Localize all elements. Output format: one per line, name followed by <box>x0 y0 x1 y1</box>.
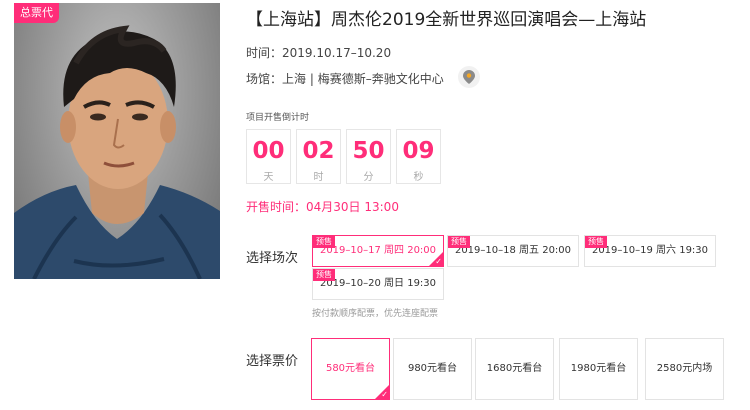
map-pin-icon[interactable] <box>458 66 480 88</box>
event-venue-label: 场馆： <box>246 72 283 86</box>
countdown-seconds-value: 09 <box>402 138 435 164</box>
session-option-text: 2019–10–19 周六 19:30 <box>591 245 709 256</box>
presale-tag: 预售 <box>313 269 335 281</box>
price-option-text: 1980元看台 <box>570 363 627 374</box>
countdown-seconds-unit: 秒 <box>413 172 424 183</box>
agency-badge: 总票代 <box>14 3 59 23</box>
check-icon: ✓ <box>381 390 388 399</box>
presale-tag: 预售 <box>313 236 335 248</box>
countdown-minutes-value: 50 <box>352 138 385 164</box>
map-pin-glyph <box>463 70 475 84</box>
event-poster-image <box>14 3 220 279</box>
session-option-2[interactable]: 预售 2019–10–18 周五 20:00 <box>447 235 579 267</box>
price-option-580[interactable]: 580元看台 ✓ <box>311 338 390 400</box>
price-option-text: 980元看台 <box>407 363 458 374</box>
session-option-4[interactable]: 预售 2019–10–20 周日 19:30 <box>312 268 444 300</box>
sale-time-value: 04月30日 13:00 <box>306 200 399 214</box>
price-option-text: 580元看台 <box>325 363 376 374</box>
countdown-days: 00 天 <box>246 129 291 184</box>
countdown-label: 项目开售倒计时 <box>246 113 310 123</box>
session-option-3[interactable]: 预售 2019–10–19 周六 19:30 <box>584 235 716 267</box>
session-section-label: 选择场次 <box>246 251 299 266</box>
price-section-label: 选择票价 <box>246 354 299 369</box>
price-option-980[interactable]: 980元看台 <box>393 338 472 400</box>
event-venue-value: 上海 | 梅赛德斯–奔驰文化中心 <box>282 72 444 86</box>
countdown-minutes-unit: 分 <box>363 172 374 183</box>
price-option-text: 2580元内场 <box>656 363 713 374</box>
session-option-text: 2019–10–18 周五 20:00 <box>454 245 572 256</box>
session-option-text: 2019–10–20 周日 19:30 <box>319 278 437 289</box>
portrait-illustration <box>14 25 220 279</box>
event-title: 【上海站】周杰伦2019全新世界巡回演唱会—上海站 <box>246 10 647 30</box>
check-icon: ✓ <box>435 257 442 266</box>
seating-hint: 按付款顺序配票，优先连座配票 <box>312 309 439 319</box>
price-option-1680[interactable]: 1680元看台 <box>475 338 554 400</box>
countdown-days-value: 00 <box>252 138 285 164</box>
event-time-label: 时间： <box>246 46 283 60</box>
price-option-text: 1680元看台 <box>486 363 543 374</box>
presale-tag: 预售 <box>585 236 607 248</box>
price-option-2580[interactable]: 2580元内场 <box>645 338 724 400</box>
event-venue: 场馆：上海 | 梅赛德斯–奔驰文化中心 <box>246 70 444 87</box>
countdown-days-unit: 天 <box>263 172 274 183</box>
session-option-text: 2019–10–17 周四 20:00 <box>319 245 437 256</box>
sale-time: 开售时间：04月30日 13:00 <box>246 198 399 215</box>
countdown-minutes: 50 分 <box>346 129 391 184</box>
countdown-seconds: 09 秒 <box>396 129 441 184</box>
sale-time-label: 开售时间： <box>246 200 307 214</box>
session-option-1[interactable]: 预售 2019–10–17 周四 20:00 ✓ <box>312 235 444 267</box>
presale-tag: 预售 <box>448 236 470 248</box>
countdown-hours: 02 时 <box>296 129 341 184</box>
countdown-hours-unit: 时 <box>313 172 324 183</box>
event-time-value: 2019.10.17–10.20 <box>282 46 392 60</box>
price-option-1980[interactable]: 1980元看台 <box>559 338 638 400</box>
event-time: 时间：2019.10.17–10.20 <box>246 44 391 61</box>
countdown-hours-value: 02 <box>302 138 335 164</box>
